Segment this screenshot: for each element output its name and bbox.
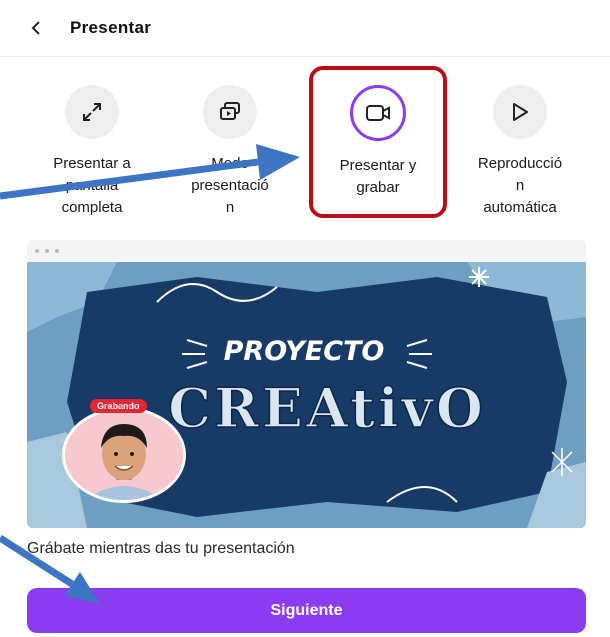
back-button[interactable]: [26, 18, 46, 38]
header: Presentar: [0, 0, 610, 57]
option-fullscreen-icon-wrap: [65, 85, 119, 139]
option-label: Reproducció n automática: [477, 155, 563, 216]
expand-icon: [83, 103, 101, 121]
play-icon: [513, 103, 528, 121]
person-face-icon: [65, 410, 183, 500]
option-autoplay-icon-wrap: [493, 85, 547, 139]
presenter-view-icon: [220, 102, 240, 120]
slide-title-top: PROYECTO: [224, 336, 385, 367]
slide-title-bottom: CREAtivO: [168, 376, 486, 440]
window-dot: [45, 249, 49, 253]
selection-highlight-box: [309, 66, 447, 218]
option-presenter-icon-wrap: [203, 85, 257, 139]
option-label: Modo presentació n: [191, 155, 269, 216]
page-title: Presentar: [70, 18, 152, 37]
option-autoplay[interactable]: Reproducció n automática: [450, 85, 590, 219]
preview-window-bar: [27, 240, 586, 262]
preview-caption: Grábate mientras das tu presentación: [27, 540, 295, 557]
option-fullscreen[interactable]: Presentar a pantalla completa: [22, 85, 162, 219]
window-dot: [35, 249, 39, 253]
recording-badge: Grabando: [90, 399, 147, 413]
next-button[interactable]: Siguiente: [27, 588, 586, 633]
option-label: Presentar a pantalla completa: [53, 155, 131, 216]
chevron-left-icon: [31, 21, 40, 35]
presenter-avatar: [62, 407, 186, 503]
window-dot: [55, 249, 59, 253]
option-presenter-mode[interactable]: Modo presentació n: [160, 85, 300, 219]
